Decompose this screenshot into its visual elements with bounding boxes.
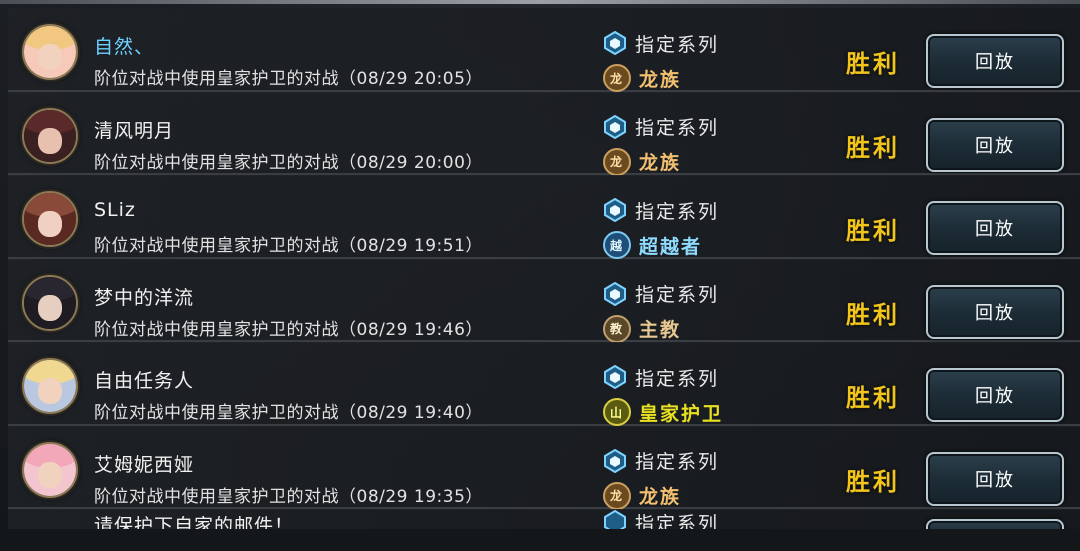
player-avatar[interactable]: [22, 107, 78, 164]
battle-row: 请保护下自家的邮件！ 指定系列: [8, 509, 1080, 529]
battle-description: 阶位对战中使用皇家护卫的对战（08/29 19:46）: [94, 319, 483, 340]
player-avatar[interactable]: [22, 24, 78, 80]
opponent-class-label: 皇家护卫: [639, 402, 724, 425]
format-hex-icon: [603, 114, 627, 139]
format-tag: 指定系列: [603, 448, 719, 474]
dragon-icon: 龙: [603, 147, 631, 176]
player-avatar[interactable]: [22, 358, 78, 414]
dragon-icon: 龙: [603, 481, 631, 510]
player-name[interactable]: 自由任务人: [94, 366, 194, 393]
replay-button[interactable]: [926, 519, 1064, 529]
battle-description: 阶位对战中使用皇家护卫的对战（08/29 19:40）: [94, 403, 483, 423]
player-avatar[interactable]: [22, 274, 78, 331]
opponent-class-label: 龙族: [639, 68, 682, 91]
replay-button[interactable]: 回放: [926, 284, 1064, 339]
result-label: 胜利: [846, 467, 900, 496]
format-label: 指定系列: [635, 451, 720, 473]
top-frame-border: [0, 0, 1080, 4]
opponent-class: 越 超越者: [603, 231, 702, 259]
player-name[interactable]: SLiz: [94, 199, 136, 221]
bishop-icon: 教: [603, 314, 631, 343]
opponent-class-label: 龙族: [639, 486, 682, 508]
player-avatar[interactable]: [22, 441, 78, 498]
replay-button[interactable]: 回放: [926, 201, 1064, 255]
battle-history-list[interactable]: 自然、 阶位对战中使用皇家护卫的对战（08/29 20:05） 指定系列 龙 龙…: [8, 8, 1080, 529]
result-label: 胜利: [846, 50, 900, 78]
replay-button[interactable]: 回放: [926, 451, 1064, 506]
battle-row: 清风明月 阶位对战中使用皇家护卫的对战（08/29 20:00） 指定系列 龙 …: [8, 91, 1080, 176]
opponent-class: 龙 龙族: [603, 147, 682, 176]
format-hex-icon: [603, 365, 627, 389]
battle-description: 阶位对战中使用皇家护卫的对战（08/29 19:35）: [94, 486, 483, 507]
format-tag: 指定系列: [603, 30, 719, 56]
battle-row: 自然、 阶位对战中使用皇家护卫的对战（08/29 20:05） 指定系列 龙 龙…: [8, 8, 1080, 92]
result-label: 胜利: [846, 217, 900, 245]
format-label: 指定系列: [635, 117, 720, 139]
result-label: 胜利: [846, 300, 900, 329]
transcend-icon: 越: [603, 231, 631, 259]
battle-row: 梦中的洋流 阶位对战中使用皇家护卫的对战（08/29 19:46） 指定系列 教…: [8, 258, 1080, 343]
opponent-class-label: 超越者: [639, 235, 703, 258]
format-tag: 指定系列: [603, 364, 719, 390]
format-label: 指定系列: [635, 512, 720, 530]
player-name[interactable]: 艾姆妮西娅: [94, 450, 194, 477]
battle-row: 自由任务人 阶位对战中使用皇家护卫的对战（08/29 19:40） 指定系列 山…: [8, 342, 1080, 426]
format-tag: 指定系列: [603, 114, 719, 140]
opponent-class-label: 主教: [639, 319, 682, 341]
format-label: 指定系列: [635, 33, 720, 56]
replay-button[interactable]: 回放: [926, 368, 1064, 422]
result-label: 胜利: [846, 133, 900, 162]
format-label: 指定系列: [635, 367, 720, 390]
opponent-class-label: 龙族: [639, 152, 682, 174]
player-name[interactable]: 请保护下自家的邮件！: [94, 511, 294, 529]
opponent-class: 山 皇家护卫: [603, 398, 723, 426]
replay-button[interactable]: 回放: [926, 117, 1064, 172]
battle-description: 阶位对战中使用皇家护卫的对战（08/29 19:51）: [94, 236, 483, 256]
format-hex-icon: [603, 281, 627, 306]
format-tag: 指定系列: [603, 281, 719, 307]
player-name[interactable]: 梦中的洋流: [94, 283, 194, 310]
battle-description: 阶位对战中使用皇家护卫的对战（08/29 20:05）: [94, 69, 483, 89]
replay-button[interactable]: 回放: [926, 34, 1064, 88]
format-label: 指定系列: [635, 200, 720, 223]
format-label: 指定系列: [635, 284, 720, 306]
royal-icon: 山: [603, 398, 631, 426]
format-hex-icon: [603, 448, 627, 473]
format-hex-icon: [603, 31, 627, 55]
opponent-class: 龙 龙族: [603, 64, 681, 92]
battle-row: 艾姆妮西娅 阶位对战中使用皇家护卫的对战（08/29 19:35） 指定系列 龙…: [8, 425, 1080, 510]
format-hex-icon: [603, 510, 627, 529]
dragon-icon: 龙: [603, 64, 631, 92]
battle-row: SLiz 阶位对战中使用皇家护卫的对战（08/29 19:51） 指定系列 越 …: [8, 175, 1080, 259]
player-name[interactable]: 清风明月: [94, 116, 174, 143]
player-name[interactable]: 自然、: [94, 32, 154, 59]
format-tag: 指定系列: [603, 509, 719, 529]
format-tag: 指定系列: [603, 197, 719, 223]
format-hex-icon: [603, 198, 627, 222]
opponent-class: 龙 龙族: [603, 481, 682, 510]
result-label: 胜利: [846, 384, 900, 412]
battle-description: 阶位对战中使用皇家护卫的对战（08/29 20:00）: [94, 152, 483, 173]
player-avatar[interactable]: [22, 191, 78, 247]
opponent-class: 教 主教: [603, 314, 682, 343]
